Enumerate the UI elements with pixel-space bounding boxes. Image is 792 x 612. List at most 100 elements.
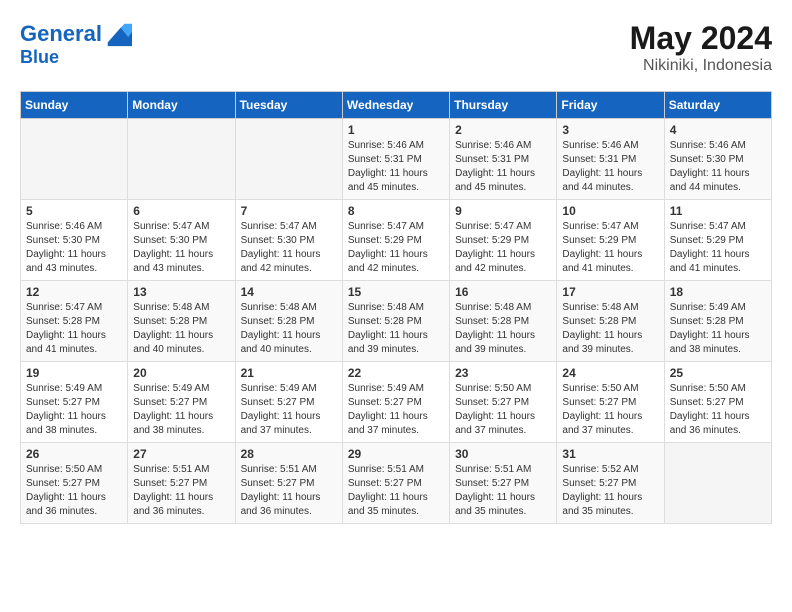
logo-text-general: General xyxy=(20,22,102,46)
header-sunday: Sunday xyxy=(21,92,128,119)
calendar-cell: 28Sunrise: 5:51 AM Sunset: 5:27 PM Dayli… xyxy=(235,443,342,524)
calendar-cell: 1 Sunrise: 5:46 AM Sunset: 5:31 PM Daylig… xyxy=(342,119,449,200)
cell-info: Sunrise: 5:47 AM Sunset: 5:28 PM Dayligh… xyxy=(26,301,122,357)
calendar-cell: 4 Sunrise: 5:46 AM Sunset: 5:30 PM Daylig… xyxy=(664,119,771,200)
calendar-week-row: 19 Sunrise: 5:49 AM Sunset: 5:27 PM Dayli… xyxy=(21,362,772,443)
day-number: 21 xyxy=(241,366,337,380)
day-number: 13 xyxy=(133,285,229,299)
cell-info: Sunrise: 5:49 AM Sunset: 5:28 PM Dayligh… xyxy=(670,301,766,357)
calendar-cell: 16 Sunrise: 5:48 AM Sunset: 5:28 PM Dayli… xyxy=(450,281,557,362)
calendar-week-row: 5 Sunrise: 5:46 AM Sunset: 5:30 PM Daylig… xyxy=(21,200,772,281)
calendar-cell: 13 Sunrise: 5:48 AM Sunset: 5:28 PM Dayli… xyxy=(128,281,235,362)
cell-info: Sunrise: 5:47 AM Sunset: 5:30 PM Dayligh… xyxy=(133,220,229,276)
calendar-cell: 21 Sunrise: 5:49 AM Sunset: 5:27 PM Dayli… xyxy=(235,362,342,443)
day-number: 28 xyxy=(241,447,337,461)
cell-info: Sunrise: 5:49 AM Sunset: 5:27 PM Dayligh… xyxy=(241,382,337,438)
day-number: 8 xyxy=(348,204,444,218)
cell-info: Sunrise: 5:49 AM Sunset: 5:27 PM Dayligh… xyxy=(133,382,229,438)
location: Nikiniki, Indonesia xyxy=(630,57,772,75)
day-number: 12 xyxy=(26,285,122,299)
day-number: 18 xyxy=(670,285,766,299)
cell-info: Sunrise: 5:47 AM Sunset: 5:29 PM Dayligh… xyxy=(670,220,766,276)
day-number: 4 xyxy=(670,123,766,137)
calendar-cell: 5 Sunrise: 5:46 AM Sunset: 5:30 PM Daylig… xyxy=(21,200,128,281)
calendar-cell xyxy=(235,119,342,200)
day-number: 6 xyxy=(133,204,229,218)
day-number: 30 xyxy=(455,447,551,461)
calendar-cell: 12 Sunrise: 5:47 AM Sunset: 5:28 PM Dayli… xyxy=(21,281,128,362)
cell-info: Sunrise: 5:47 AM Sunset: 5:29 PM Dayligh… xyxy=(562,220,658,276)
calendar-table: SundayMondayTuesdayWednesdayThursdayFrid… xyxy=(20,91,772,524)
calendar-cell xyxy=(128,119,235,200)
cell-info: Sunrise: 5:49 AM Sunset: 5:27 PM Dayligh… xyxy=(348,382,444,438)
calendar-header-row: SundayMondayTuesdayWednesdayThursdayFrid… xyxy=(21,92,772,119)
day-number: 20 xyxy=(133,366,229,380)
cell-info: Sunrise: 5:46 AM Sunset: 5:30 PM Dayligh… xyxy=(670,139,766,195)
calendar-cell: 25Sunrise: 5:50 AM Sunset: 5:27 PM Dayli… xyxy=(664,362,771,443)
day-number: 14 xyxy=(241,285,337,299)
cell-info: Sunrise: 5:47 AM Sunset: 5:29 PM Dayligh… xyxy=(348,220,444,276)
header-wednesday: Wednesday xyxy=(342,92,449,119)
header-tuesday: Tuesday xyxy=(235,92,342,119)
day-number: 23 xyxy=(455,366,551,380)
cell-info: Sunrise: 5:47 AM Sunset: 5:29 PM Dayligh… xyxy=(455,220,551,276)
day-number: 22 xyxy=(348,366,444,380)
calendar-cell: 19 Sunrise: 5:49 AM Sunset: 5:27 PM Dayli… xyxy=(21,362,128,443)
calendar-cell: 23Sunrise: 5:50 AM Sunset: 5:27 PM Dayli… xyxy=(450,362,557,443)
calendar-cell: 7 Sunrise: 5:47 AM Sunset: 5:30 PM Daylig… xyxy=(235,200,342,281)
calendar-cell: 11 Sunrise: 5:47 AM Sunset: 5:29 PM Dayli… xyxy=(664,200,771,281)
calendar-cell: 31 Sunrise: 5:52 AM Sunset: 5:27 PM Dayli… xyxy=(557,443,664,524)
logo: General Blue xyxy=(20,20,132,68)
cell-info: Sunrise: 5:47 AM Sunset: 5:30 PM Dayligh… xyxy=(241,220,337,276)
calendar-cell xyxy=(664,443,771,524)
cell-info: Sunrise: 5:48 AM Sunset: 5:28 PM Dayligh… xyxy=(133,301,229,357)
calendar-cell: 8 Sunrise: 5:47 AM Sunset: 5:29 PM Daylig… xyxy=(342,200,449,281)
calendar-cell: 14 Sunrise: 5:48 AM Sunset: 5:28 PM Dayli… xyxy=(235,281,342,362)
day-number: 16 xyxy=(455,285,551,299)
cell-info: Sunrise: 5:46 AM Sunset: 5:30 PM Dayligh… xyxy=(26,220,122,276)
cell-info: Sunrise: 5:46 AM Sunset: 5:31 PM Dayligh… xyxy=(562,139,658,195)
logo-text-blue: Blue xyxy=(20,48,132,68)
calendar-body: 1 Sunrise: 5:46 AM Sunset: 5:31 PM Daylig… xyxy=(21,119,772,524)
calendar-cell: 22 Sunrise: 5:49 AM Sunset: 5:27 PM Dayli… xyxy=(342,362,449,443)
day-number: 10 xyxy=(562,204,658,218)
calendar-cell: 6 Sunrise: 5:47 AM Sunset: 5:30 PM Daylig… xyxy=(128,200,235,281)
day-number: 7 xyxy=(241,204,337,218)
calendar-cell: 15Sunrise: 5:48 AM Sunset: 5:28 PM Dayli… xyxy=(342,281,449,362)
cell-info: Sunrise: 5:46 AM Sunset: 5:31 PM Dayligh… xyxy=(348,139,444,195)
day-number: 2 xyxy=(455,123,551,137)
calendar-cell: 24Sunrise: 5:50 AM Sunset: 5:27 PM Dayli… xyxy=(557,362,664,443)
calendar-cell: 29 Sunrise: 5:51 AM Sunset: 5:27 PM Dayli… xyxy=(342,443,449,524)
day-number: 27 xyxy=(133,447,229,461)
day-number: 11 xyxy=(670,204,766,218)
header-monday: Monday xyxy=(128,92,235,119)
header-thursday: Thursday xyxy=(450,92,557,119)
calendar-cell: 2Sunrise: 5:46 AM Sunset: 5:31 PM Daylig… xyxy=(450,119,557,200)
calendar-week-row: 26Sunrise: 5:50 AM Sunset: 5:27 PM Dayli… xyxy=(21,443,772,524)
day-number: 1 xyxy=(348,123,444,137)
calendar-cell: 17Sunrise: 5:48 AM Sunset: 5:28 PM Dayli… xyxy=(557,281,664,362)
calendar-week-row: 1 Sunrise: 5:46 AM Sunset: 5:31 PM Daylig… xyxy=(21,119,772,200)
cell-info: Sunrise: 5:51 AM Sunset: 5:27 PM Dayligh… xyxy=(455,463,551,519)
cell-info: Sunrise: 5:48 AM Sunset: 5:28 PM Dayligh… xyxy=(455,301,551,357)
calendar-cell: 10 Sunrise: 5:47 AM Sunset: 5:29 PM Dayli… xyxy=(557,200,664,281)
calendar-cell: 30 Sunrise: 5:51 AM Sunset: 5:27 PM Dayli… xyxy=(450,443,557,524)
cell-info: Sunrise: 5:51 AM Sunset: 5:27 PM Dayligh… xyxy=(133,463,229,519)
cell-info: Sunrise: 5:51 AM Sunset: 5:27 PM Dayligh… xyxy=(348,463,444,519)
day-number: 29 xyxy=(348,447,444,461)
calendar-cell: 20 Sunrise: 5:49 AM Sunset: 5:27 PM Dayli… xyxy=(128,362,235,443)
calendar-cell: 18 Sunrise: 5:49 AM Sunset: 5:28 PM Dayli… xyxy=(664,281,771,362)
calendar-cell: 9Sunrise: 5:47 AM Sunset: 5:29 PM Daylig… xyxy=(450,200,557,281)
month-title: May 2024 xyxy=(630,20,772,57)
day-number: 31 xyxy=(562,447,658,461)
cell-info: Sunrise: 5:48 AM Sunset: 5:28 PM Dayligh… xyxy=(241,301,337,357)
cell-info: Sunrise: 5:52 AM Sunset: 5:27 PM Dayligh… xyxy=(562,463,658,519)
calendar-cell: 3Sunrise: 5:46 AM Sunset: 5:31 PM Daylig… xyxy=(557,119,664,200)
cell-info: Sunrise: 5:49 AM Sunset: 5:27 PM Dayligh… xyxy=(26,382,122,438)
day-number: 5 xyxy=(26,204,122,218)
cell-info: Sunrise: 5:50 AM Sunset: 5:27 PM Dayligh… xyxy=(26,463,122,519)
title-block: May 2024 Nikiniki, Indonesia xyxy=(630,20,772,75)
page-header: General Blue May 2024 Nikiniki, Indonesi… xyxy=(20,20,772,75)
day-number: 24 xyxy=(562,366,658,380)
day-number: 19 xyxy=(26,366,122,380)
